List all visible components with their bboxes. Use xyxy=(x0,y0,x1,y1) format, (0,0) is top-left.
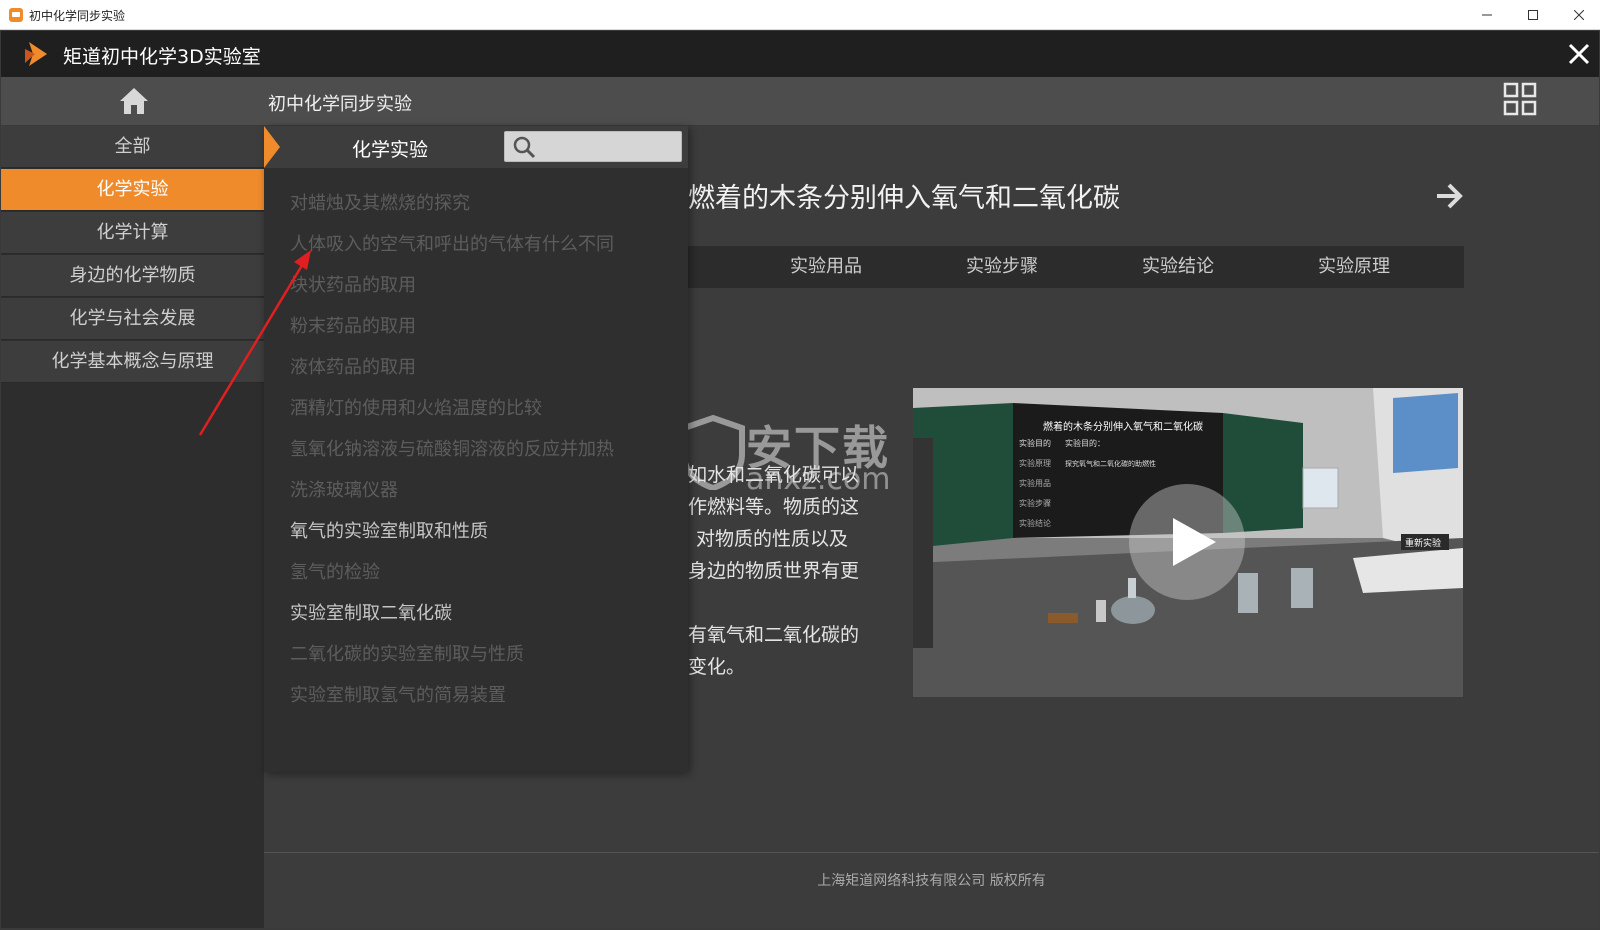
dropdown-item[interactable]: 二氧化碳的实验室制取与性质 xyxy=(290,640,524,666)
minimize-icon xyxy=(1482,14,1492,16)
sidebar-item-all[interactable]: 全部 xyxy=(1,126,264,168)
arrow-right-icon[interactable] xyxy=(1433,180,1465,212)
watermark-shield-icon xyxy=(681,414,745,490)
board-label: 实验结论 xyxy=(1019,518,1051,528)
tab-materials[interactable]: 实验用品 xyxy=(738,246,914,288)
dropdown-item[interactable]: 粉末药品的取用 xyxy=(290,312,416,338)
app-close-icon[interactable] xyxy=(1565,40,1593,68)
description-line: 身边的物质世界有更 xyxy=(688,560,860,582)
board-label: 实验步骤 xyxy=(1019,498,1051,508)
maximize-button[interactable] xyxy=(1510,0,1556,30)
window-close-button[interactable] xyxy=(1556,0,1600,30)
restart-label: 重新实验 xyxy=(1405,537,1441,549)
dropdown-item[interactable]: 氢氧化钠溶液与硫酸铜溶液的反应并加热 xyxy=(290,435,614,461)
minimize-button[interactable] xyxy=(1464,0,1510,30)
watermark-url: anxz.com xyxy=(746,462,891,497)
dropdown-item[interactable]: 氧气的实验室制取和性质 xyxy=(290,517,488,543)
experiment-title: 燃着的木条分别伸入氧气和二氧化碳 xyxy=(688,183,1120,214)
app-header: 矩道初中化学3D实验室 xyxy=(1,31,1599,77)
board-label: 实验原理 xyxy=(1019,458,1051,468)
dropdown-title: 化学实验 xyxy=(352,139,429,161)
board-text: 探究氧气和二氧化碳的助燃性 xyxy=(1065,459,1156,468)
dropdown-item[interactable]: 液体药品的取用 xyxy=(290,353,416,379)
experiment-dropdown: 化学实验 对蜡烛及其燃烧的探究 人体吸入的空气和呼出的气体有什么不同 块状药品的… xyxy=(264,126,688,772)
dropdown-item[interactable]: 洗涤玻璃仪器 xyxy=(290,476,398,502)
page-title: 初中化学同步实验 xyxy=(268,94,412,115)
description-line: 对物质的性质以及 xyxy=(696,528,849,550)
footer-divider xyxy=(264,852,1599,853)
close-icon xyxy=(1573,9,1585,21)
dropdown-header: 化学实验 xyxy=(264,126,688,168)
nav-bar: 初中化学同步实验 xyxy=(1,77,1599,126)
sidebar-item-concepts[interactable]: 化学基本概念与原理 xyxy=(1,341,264,383)
tab-conclusion[interactable]: 实验结论 xyxy=(1090,246,1266,288)
category-sidebar: 全部 化学实验 化学计算 身边的化学物质 化学与社会发展 化学基本概念与原理 xyxy=(1,126,264,928)
window-titlebar: 初中化学同步实验 xyxy=(0,0,1600,30)
detail-tabs: 实验用品 实验步骤 实验结论 实验原理 xyxy=(688,246,1464,288)
window-title: 初中化学同步实验 xyxy=(29,9,126,23)
board-text: 实验目的： xyxy=(1065,438,1105,448)
app-window-icon xyxy=(9,8,23,22)
dropdown-item[interactable]: 实验室制取氢气的简易装置 xyxy=(290,681,506,707)
tab-steps[interactable]: 实验步骤 xyxy=(914,246,1090,288)
search-icon xyxy=(513,136,536,159)
description-line: 变化。 xyxy=(688,656,746,678)
sidebar-item-chem-experiment[interactable]: 化学实验 xyxy=(1,169,264,211)
tab-principle[interactable]: 实验原理 xyxy=(1266,246,1442,288)
board-title: 燃着的木条分别伸入氧气和二氧化碳 xyxy=(1043,420,1203,433)
footer-copyright: 上海矩道网络科技有限公司 版权所有 xyxy=(817,873,1046,889)
play-icon[interactable] xyxy=(1128,483,1246,601)
sidebar-item-substances[interactable]: 身边的化学物质 xyxy=(1,255,264,297)
board-label: 实验用品 xyxy=(1019,478,1051,488)
dropdown-item[interactable]: 氢气的检验 xyxy=(290,558,380,584)
maximize-icon xyxy=(1528,10,1538,20)
home-icon[interactable] xyxy=(118,86,150,116)
grid-view-icon[interactable] xyxy=(1503,82,1537,116)
dropdown-item[interactable]: 酒精灯的使用和火焰温度的比较 xyxy=(290,394,542,420)
app-logo-icon xyxy=(25,42,47,66)
caret-right-icon xyxy=(264,126,280,168)
sidebar-item-chem-calculation[interactable]: 化学计算 xyxy=(1,212,264,254)
board-label: 实验目的 xyxy=(1019,438,1051,448)
sidebar-item-society[interactable]: 化学与社会发展 xyxy=(1,298,264,340)
app-title: 矩道初中化学3D实验室 xyxy=(63,46,261,68)
dropdown-item[interactable]: 实验室制取二氧化碳 xyxy=(290,599,452,625)
description-line: 有氧气和二氧化碳的 xyxy=(688,624,860,646)
dropdown-item[interactable]: 块状药品的取用 xyxy=(290,271,416,297)
dropdown-item[interactable]: 对蜡烛及其燃烧的探究 xyxy=(290,189,470,215)
dropdown-item[interactable]: 人体吸入的空气和呼出的气体有什么不同 xyxy=(290,230,614,256)
